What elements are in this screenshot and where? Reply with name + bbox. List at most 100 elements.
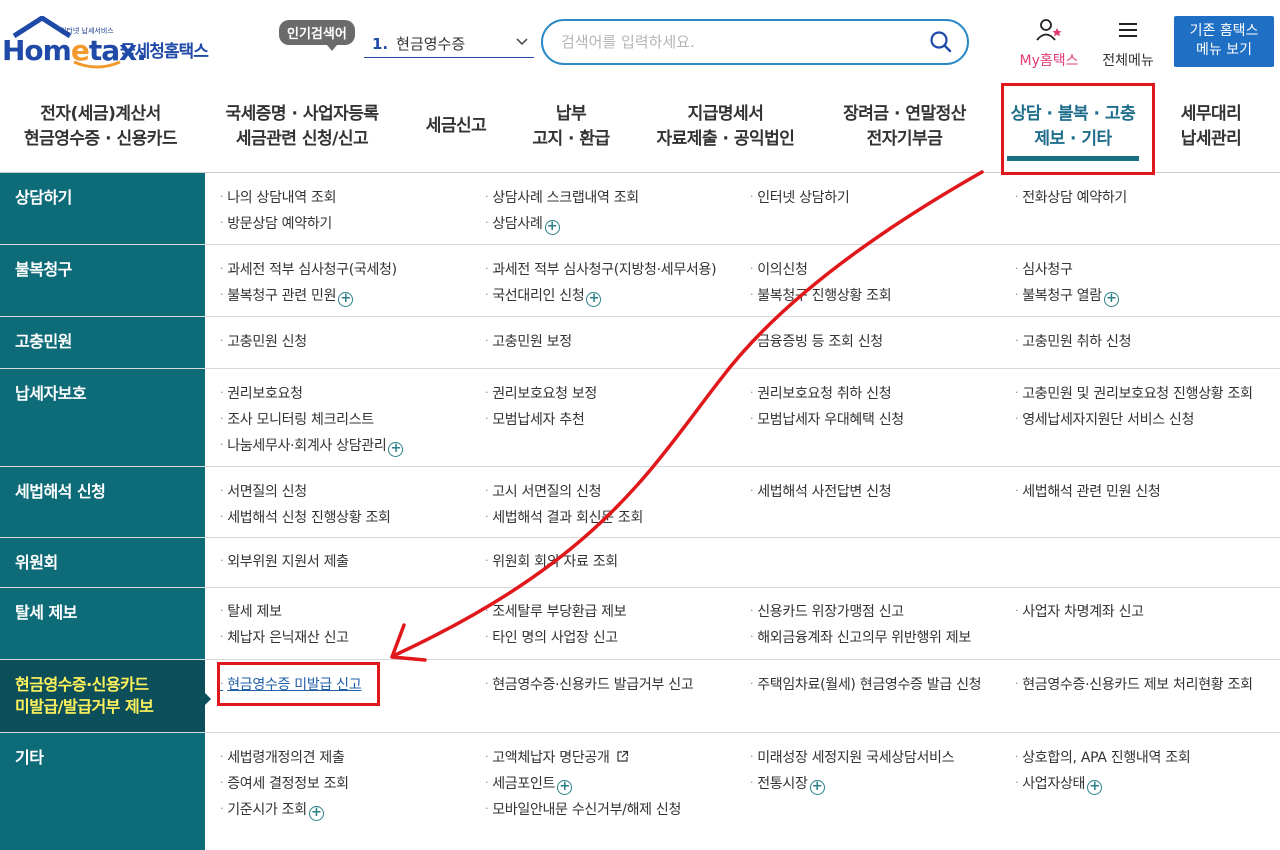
menu-row-cash-receipt-report: 현금영수증·신용카드 미발급/발급거부 제보 · 현금영수증 미발급 신고 · 현금… xyxy=(0,660,1280,733)
gnb-payment[interactable]: 납부 고지 · 환급 xyxy=(526,102,616,152)
logo-korean-title: 국세청홈택스 xyxy=(120,42,209,62)
menu-link[interactable]: · 권리보호요청 보정 xyxy=(485,383,597,403)
menu-row-tax-interpretation: 세법해석 신청 · 서면질의 신청 · 고시 서면질의 신청 · 세법해석 사전답변 … xyxy=(0,467,1280,538)
popular-rank: 1. xyxy=(372,35,389,53)
search-input[interactable] xyxy=(561,31,921,53)
menu-link[interactable]: · 인터넷 상담하기 xyxy=(750,187,850,207)
menu-row-grievance: 고충민원 · 고충민원 신청 · 고충민원 보정 · 금융증빙 등 조회 신청 · 고충… xyxy=(0,317,1280,369)
menu-link[interactable]: · 과세전 적부 심사청구(지방청·세무서용) xyxy=(485,259,717,279)
annotation-box-gnb xyxy=(1001,83,1155,175)
menu-link[interactable]: · 세법해석 사전답변 신청 xyxy=(750,481,892,501)
popular-search-select[interactable]: 1. 현금영수증 xyxy=(364,28,534,58)
menu-link[interactable]: · 금융증빙 등 조회 신청 xyxy=(750,331,883,351)
menu-link[interactable]: · 체납자 은닉재산 신고 xyxy=(220,627,349,647)
menu-link[interactable]: · 고충민원 신청 xyxy=(220,331,307,351)
popular-search-badge: 인기검색어 xyxy=(279,20,355,51)
menu-link[interactable]: · 증여세 결정정보 조회 xyxy=(220,773,349,793)
menu-link[interactable]: · 고충민원 및 권리보호요청 진행상황 조회 xyxy=(1015,383,1253,403)
menu-link[interactable]: · 주택임차료(월세) 현금영수증 발급 신청 xyxy=(750,674,982,694)
menu-link[interactable]: · 고충민원 취하 신청 xyxy=(1015,331,1131,351)
old-site-label-2: 메뉴 보기 xyxy=(1196,42,1252,58)
expand-plus-icon[interactable]: + xyxy=(1087,780,1103,795)
category-consult: 상담하기 xyxy=(0,173,205,244)
old-site-menu-button[interactable]: 기존 홈택스 메뉴 보기 xyxy=(1174,16,1274,67)
menu-link[interactable]: · 조사 모니터링 체크리스트 xyxy=(220,409,374,429)
menu-link[interactable]: · 모범납세자 우대혜택 신청 xyxy=(750,409,904,429)
category-tax-interpretation: 세법해석 신청 xyxy=(0,467,205,537)
menu-link[interactable]: · 상담사례 + xyxy=(485,213,560,235)
menu-link[interactable]: · 세금포인트 + xyxy=(485,773,573,795)
my-hometax-button[interactable]: My홈택스 xyxy=(1012,18,1086,70)
menu-link[interactable]: · 상담사례 스크랩내역 조회 xyxy=(485,187,639,207)
all-menu-label: 전체메뉴 xyxy=(1102,53,1154,69)
menu-row-committee: 위원회 · 외부위원 지원서 제출 · 위원회 회의 자료 조회 xyxy=(0,538,1280,588)
annotation-box-target-link xyxy=(217,662,380,706)
chevron-down-icon xyxy=(516,38,528,46)
hometax-logo[interactable]: 인터넷 납세서비스 Hometax. 국세청홈택스 xyxy=(2,16,217,72)
menu-link[interactable]: · 방문상담 예약하기 xyxy=(220,213,332,233)
popular-term: 현금영수증 xyxy=(396,35,466,53)
menu-link[interactable]: · 이의신청 xyxy=(750,259,808,279)
menu-row-tax-evasion-report: 탈세 제보 · 탈세 제보 · 조세탈루 부당환급 제보 · 신용카드 위장가맹점 신… xyxy=(0,588,1280,660)
menu-link[interactable]: · 타인 명의 사업장 신고 xyxy=(485,627,618,647)
gnb-e-invoice[interactable]: 전자(세금)계산서 현금영수증 · 신용카드 xyxy=(18,102,183,152)
expand-plus-icon[interactable]: + xyxy=(544,220,560,235)
menu-link[interactable]: · 나의 상담내역 조회 xyxy=(220,187,336,207)
menu-link[interactable]: · 상호합의, APA 진행내역 조회 xyxy=(1015,747,1191,767)
menu-link[interactable]: · 사업자 차명계좌 신고 xyxy=(1015,601,1144,621)
menu-link[interactable]: · 고시 서면질의 신청 xyxy=(485,481,601,501)
menu-link[interactable]: · 전통시장 + xyxy=(750,773,825,795)
expand-plus-icon[interactable]: + xyxy=(308,806,324,821)
menu-link[interactable]: · 불복청구 진행상황 조회 xyxy=(750,285,892,305)
menu-link[interactable]: · 위원회 회의 자료 조회 xyxy=(485,551,618,571)
menu-link[interactable]: · 기준시가 조회 + xyxy=(220,799,324,821)
menu-link[interactable]: · 세법해석 관련 민원 신청 xyxy=(1015,481,1161,501)
menu-link[interactable]: · 조세탈루 부당환급 제보 xyxy=(485,601,627,621)
gnb-tax-report[interactable]: 세금신고 xyxy=(417,114,495,139)
menu-link[interactable]: · 현금영수증·신용카드 발급거부 신고 xyxy=(485,674,694,694)
menu-link[interactable]: · 모바일안내문 수신거부/해제 신청 xyxy=(485,799,681,819)
search-icon[interactable] xyxy=(929,30,953,54)
menu-link[interactable]: · 세법령개정의견 제출 xyxy=(220,747,345,767)
gnb-tax-agent[interactable]: 세무대리 납세관리 xyxy=(1170,102,1252,152)
menu-link[interactable]: · 모범납세자 추천 xyxy=(485,409,585,429)
all-menu-button[interactable]: 전체메뉴 xyxy=(1096,18,1160,70)
menu-link[interactable]: · 현금영수증·신용카드 제보 처리현황 조회 xyxy=(1015,674,1253,694)
menu-link[interactable]: · 신용카드 위장가맹점 신고 xyxy=(750,601,904,621)
menu-link[interactable]: · 서면질의 신청 xyxy=(220,481,307,501)
menu-link[interactable]: · 해외금융계좌 신고의무 위반행위 제보 xyxy=(750,627,971,647)
category-appeal: 불복청구 xyxy=(0,245,205,316)
menu-link[interactable]: · 나눔세무사·회계사 상담관리 + xyxy=(220,435,404,457)
expand-plus-icon[interactable]: + xyxy=(388,442,404,457)
menu-link[interactable]: · 미래성장 세정지원 국세상담서비스 xyxy=(750,747,955,767)
menu-link[interactable]: · 영세납세자지원단 서비스 신청 xyxy=(1015,409,1194,429)
expand-plus-icon[interactable]: + xyxy=(586,292,602,307)
menu-link[interactable]: · 세법해석 신청 진행상황 조회 xyxy=(220,507,391,527)
menu-link[interactable]: · 심사청구 xyxy=(1015,259,1073,279)
menu-row-appeal: 불복청구 · 과세전 적부 심사청구(국세청) · 과세전 적부 심사청구(지방청·… xyxy=(0,245,1280,317)
gnb-incentive[interactable]: 장려금 · 연말정산 전자기부금 xyxy=(832,102,977,152)
menu-link[interactable]: · 불복청구 열람 + xyxy=(1015,285,1119,307)
menu-link[interactable]: · 국선대리인 신청 + xyxy=(485,285,602,307)
category-committee: 위원회 xyxy=(0,538,205,587)
expand-plus-icon[interactable]: + xyxy=(338,292,354,307)
gnb-statement[interactable]: 지급명세서 자료제출 · 공익법인 xyxy=(648,102,803,152)
menu-link[interactable]: · 세법해석 결과 회신문 조회 xyxy=(485,507,643,527)
menu-link[interactable]: · 과세전 적부 심사청구(국세청) xyxy=(220,259,397,279)
old-site-label-1: 기존 홈택스 xyxy=(1189,23,1259,39)
menu-link[interactable]: · 불복청구 관련 민원 + xyxy=(220,285,354,307)
menu-link[interactable]: · 고액체납자 명단공개 xyxy=(485,747,629,767)
menu-link[interactable]: · 외부위원 지원서 제출 xyxy=(220,551,349,571)
menu-link[interactable]: · 전화상담 예약하기 xyxy=(1015,187,1127,207)
category-grievance: 고충민원 xyxy=(0,317,205,368)
menu-link[interactable]: · 사업자상태 + xyxy=(1015,773,1103,795)
expand-plus-icon[interactable]: + xyxy=(1103,292,1119,307)
menu-link[interactable]: · 탈세 제보 xyxy=(220,601,282,621)
menu-link[interactable]: · 고충민원 보정 xyxy=(485,331,572,351)
menu-link[interactable]: · 권리보호요청 취하 신청 xyxy=(750,383,892,403)
gnb-certificate[interactable]: 국세증명 · 사업자등록 세금관련 신청/신고 xyxy=(212,102,392,152)
menu-link[interactable]: · 권리보호요청 xyxy=(220,383,303,403)
expand-plus-icon[interactable]: + xyxy=(809,780,825,795)
mega-menu: 상담하기 · 나의 상담내역 조회 · 상담사례 스크랩내역 조회 · 인터넷 상담하… xyxy=(0,173,1280,850)
expand-plus-icon[interactable]: + xyxy=(557,780,573,795)
